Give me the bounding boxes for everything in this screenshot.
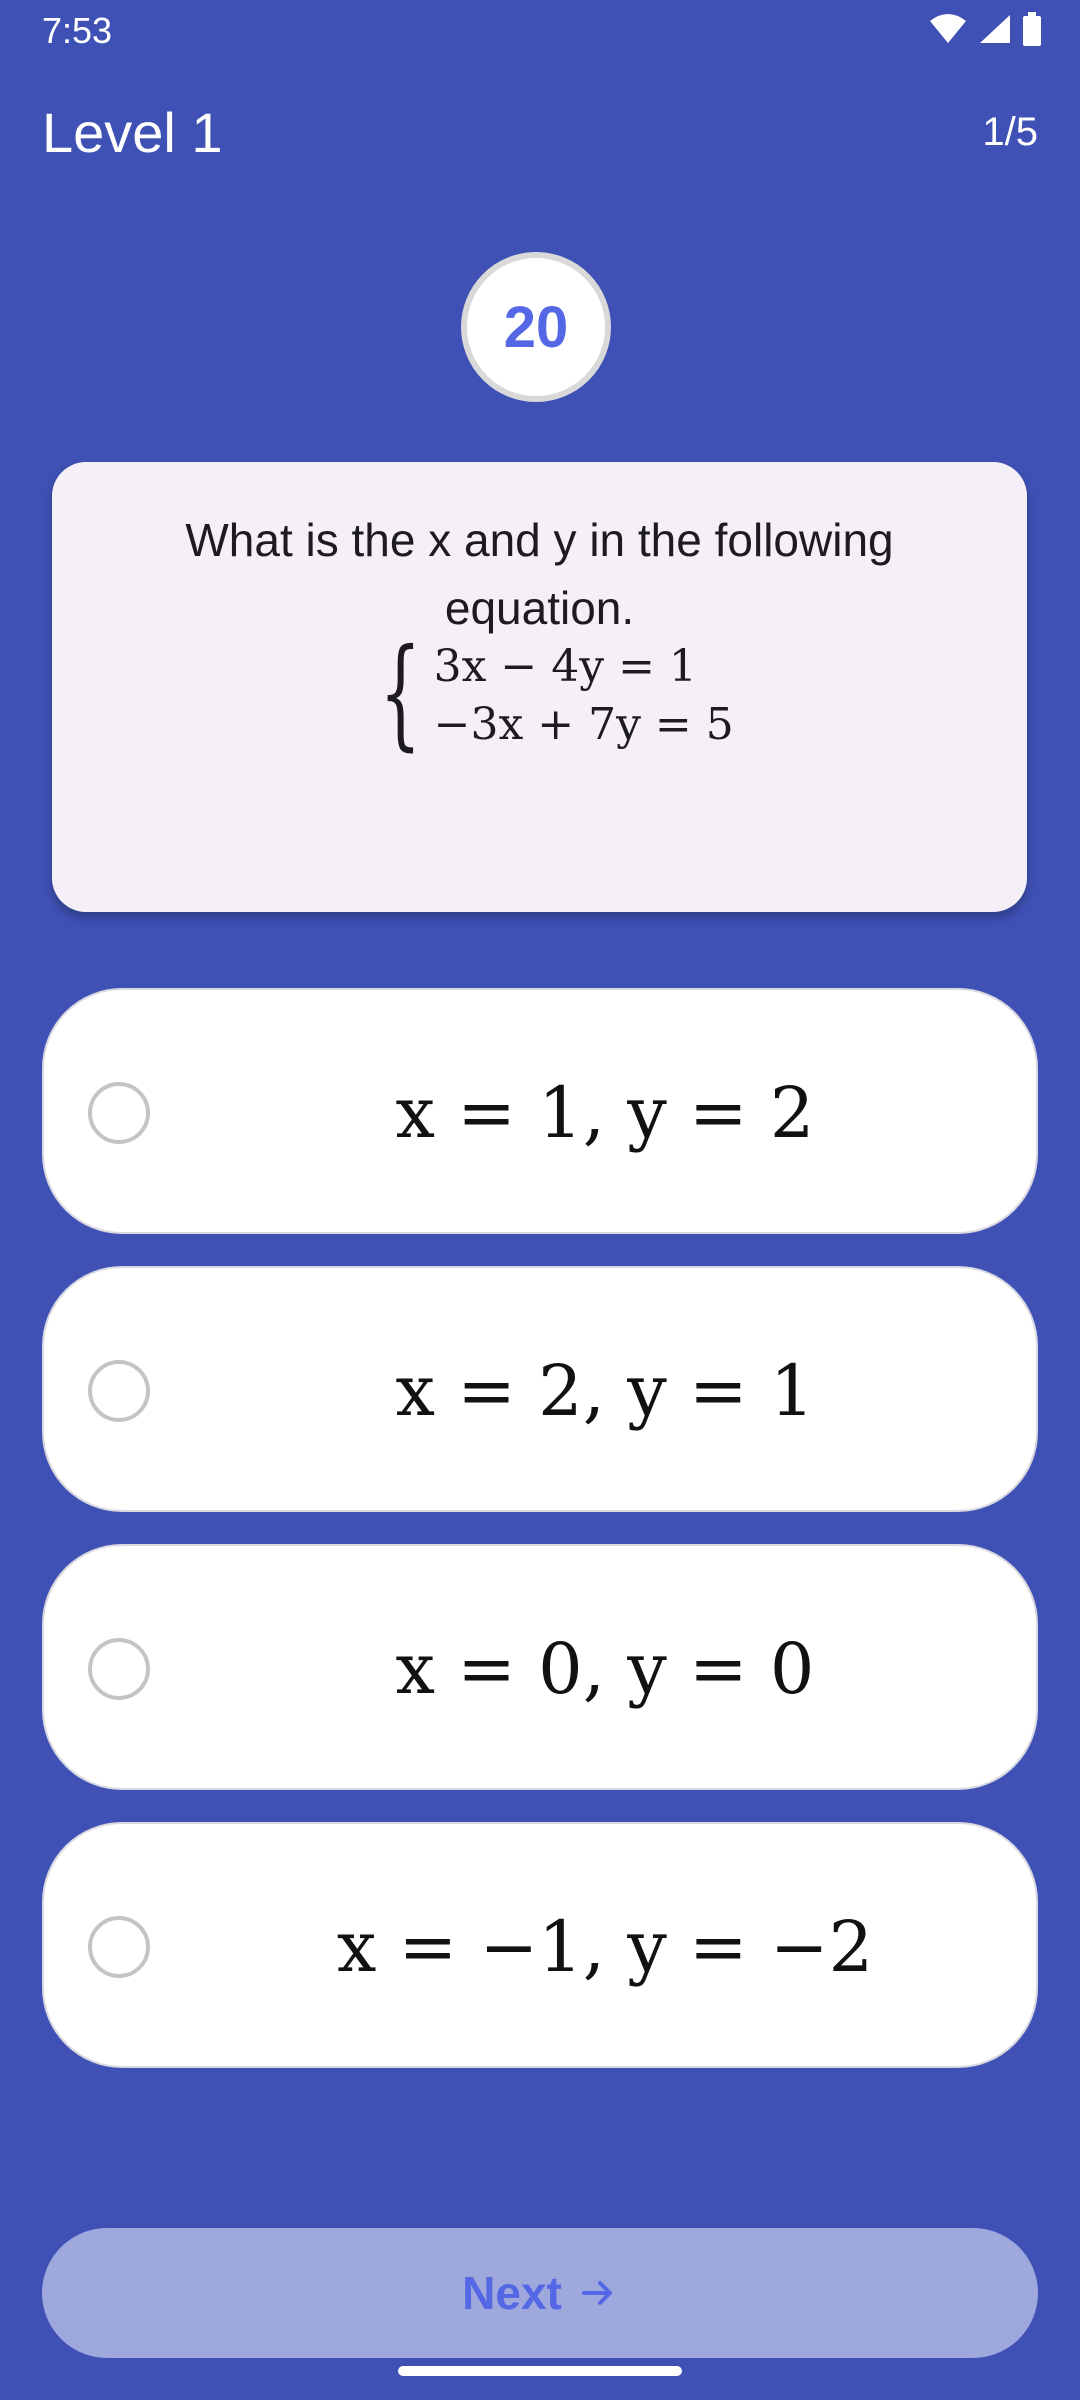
home-indicator[interactable] — [398, 2366, 682, 2376]
answer-option-2[interactable]: x = 2, y = 1 — [42, 1266, 1038, 1512]
answer-label: x = −1, y = −2 — [336, 1906, 874, 1988]
arrow-right-icon — [581, 2281, 612, 2305]
equation-brace: { — [379, 624, 422, 763]
answer-option-4[interactable]: x = −1, y = −2 — [42, 1822, 1038, 2068]
system-icons — [928, 12, 1042, 46]
question-card: What is the x and y in the following equ… — [52, 462, 1027, 912]
status-bar: 7:53 — [0, 0, 1080, 62]
radio-button[interactable] — [88, 1360, 150, 1422]
level-title: Level 1 — [42, 101, 223, 164]
next-button[interactable]: Next — [42, 2228, 1038, 2358]
question-progress: 1/5 — [982, 110, 1038, 154]
wifi-icon — [930, 14, 966, 43]
answer-option-1[interactable]: x = 1, y = 2 — [42, 988, 1038, 1234]
equation-line: 3x − 4y = 1 — [433, 641, 697, 692]
radio-button[interactable] — [88, 1916, 150, 1978]
battery-icon — [1023, 12, 1041, 46]
question-text: What is the x and y in the following equ… — [185, 514, 894, 634]
next-button-label: Next — [462, 2267, 562, 2319]
answer-option-3[interactable]: x = 0, y = 0 — [42, 1544, 1038, 1790]
status-time: 7:53 — [42, 10, 113, 51]
equation-line: −3x + 7y = 5 — [433, 699, 734, 750]
answer-label: x = 2, y = 1 — [395, 1350, 815, 1432]
answer-label: x = 0, y = 0 — [395, 1628, 815, 1710]
cellular-signal-icon — [980, 15, 1010, 43]
answer-label: x = 1, y = 2 — [395, 1072, 815, 1154]
countdown-timer: 20 — [461, 252, 611, 402]
radio-button[interactable] — [88, 1082, 150, 1144]
radio-button[interactable] — [88, 1638, 150, 1700]
app-header: Level 1 1/5 — [0, 96, 1080, 176]
equation-system: { 3x − 4y = 1 −3x + 7y = 5 — [52, 624, 1027, 763]
